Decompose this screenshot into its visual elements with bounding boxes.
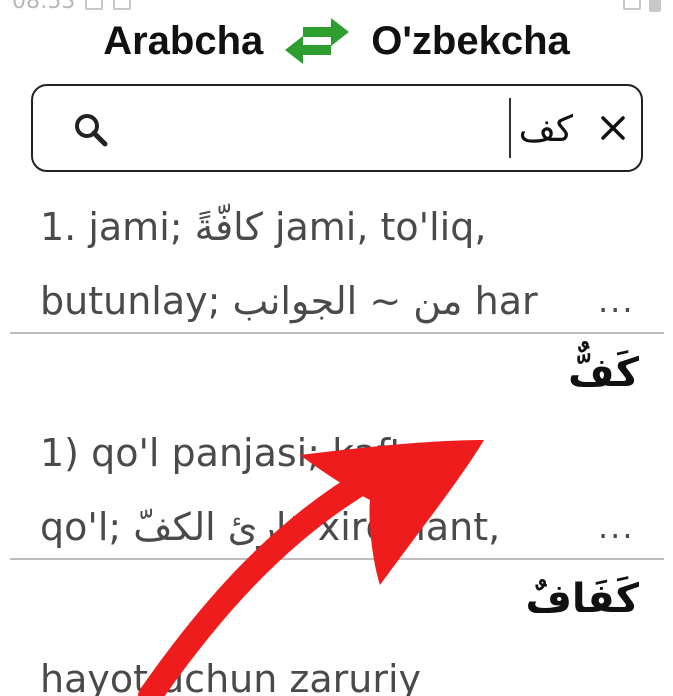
definition-line: qo'l; قارئ الكفّ xiromant, xyxy=(40,505,501,549)
definition-line: hayot uchun zaruriy xyxy=(40,657,422,696)
definition-line: 1. jami; كافّةً jami, to'liq, xyxy=(40,205,487,249)
swap-arrows-icon[interactable] xyxy=(281,15,353,67)
entry-headword: كَفٌّ xyxy=(568,350,639,396)
search-box[interactable] xyxy=(31,84,643,172)
list-item[interactable]: كَفٌّ 1) qo'l panjasi; kaft, qo'l; قارئ … xyxy=(0,334,673,560)
definition-line: 1) qo'l panjasi; kaft, xyxy=(40,431,417,475)
result-list: 1. jami; كافّةً jami, to'liq, butunlay; … xyxy=(0,190,673,696)
notification-icon xyxy=(85,0,104,10)
gallery-icon xyxy=(113,0,132,10)
entry-definition: hayot uchun zaruriy xyxy=(40,642,600,696)
signal-icon xyxy=(623,0,641,10)
battery-icon xyxy=(649,0,661,12)
more-indicator: ... xyxy=(598,508,635,546)
list-item[interactable]: 1. jami; كافّةً jami, to'liq, butunlay; … xyxy=(0,190,673,334)
language-header: Arabcha O'zbekcha xyxy=(0,12,673,70)
entry-definition: 1) qo'l panjasi; kaft, qo'l; قارئ الكفّ … xyxy=(40,416,600,564)
clear-search-button[interactable] xyxy=(591,106,635,150)
entry-definition: 1. jami; كافّةً jami, to'liq, butunlay; … xyxy=(40,190,600,338)
more-indicator: ... xyxy=(598,282,635,320)
close-icon xyxy=(601,116,625,140)
search-icon[interactable] xyxy=(71,110,111,150)
list-item[interactable]: كَفَافٌ hayot uchun zaruriy xyxy=(0,560,673,696)
target-language-label[interactable]: O'zbekcha xyxy=(371,19,569,64)
text-cursor xyxy=(509,98,511,158)
entry-headword: كَفَافٌ xyxy=(525,576,639,622)
source-language-label[interactable]: Arabcha xyxy=(103,19,263,64)
definition-line: butunlay; من ~ الجوانب har xyxy=(40,279,538,323)
search-input[interactable] xyxy=(133,100,573,158)
